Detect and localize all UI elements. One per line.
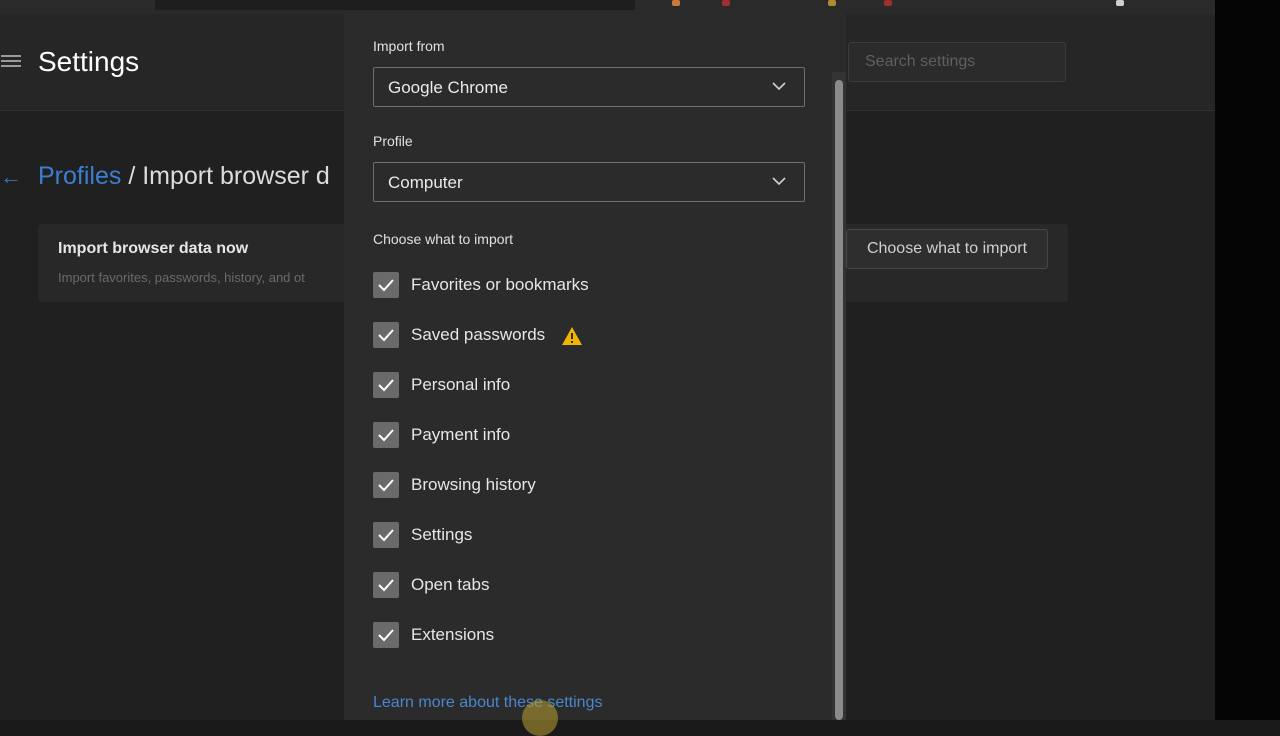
page-title: Settings: [38, 46, 140, 77]
search-settings-box[interactable]: [848, 42, 1066, 82]
import-from-select[interactable]: Google Chrome: [373, 67, 805, 107]
checkbox-row-passwords[interactable]: Saved passwords: [373, 322, 593, 348]
checkbox-label: Saved passwords: [411, 325, 546, 344]
search-input[interactable]: [849, 43, 1065, 81]
checkbox[interactable]: [373, 372, 399, 398]
scrollbar-thumb[interactable]: [835, 80, 843, 720]
checkbox-label: Browsing history: [411, 475, 536, 494]
checkbox[interactable]: [373, 522, 399, 548]
import-card-subtitle: Import favorites, passwords, history, an…: [58, 270, 305, 285]
checkbox[interactable]: [373, 472, 399, 498]
breadcrumb-separator: /: [121, 162, 143, 190]
checkmark-icon: [378, 479, 394, 492]
learn-more-link[interactable]: Learn more about these settings: [373, 694, 602, 712]
checkbox[interactable]: [373, 322, 399, 348]
profile-icon[interactable]: [1116, 0, 1124, 6]
checkmark-icon: [378, 279, 394, 292]
extension-icon[interactable]: [672, 0, 680, 6]
breadcrumb-profiles-link[interactable]: Profiles: [38, 162, 121, 190]
checkmark-icon: [378, 529, 394, 542]
checkbox-label: Payment info: [411, 425, 511, 444]
checkbox-label: Open tabs: [411, 575, 490, 594]
choose-what-to-import-label: Choose what to import: [373, 231, 514, 247]
chevron-down-icon: [772, 177, 786, 186]
menu-icon[interactable]: [1, 55, 21, 69]
breadcrumb: Profiles / Import browser d: [38, 162, 330, 191]
back-arrow-icon[interactable]: ←: [0, 164, 22, 190]
checkbox[interactable]: [373, 272, 399, 298]
browser-toolbar: [0, 0, 1215, 14]
background-edge: [1215, 0, 1280, 720]
checkbox[interactable]: [373, 422, 399, 448]
extension-icon[interactable]: [722, 0, 730, 6]
import-card-title: Import browser data now: [58, 240, 249, 257]
extension-icon[interactable]: [828, 0, 836, 6]
checkbox-label: Extensions: [411, 625, 495, 644]
address-bar[interactable]: [155, 0, 635, 10]
import-dialog: [344, 14, 846, 720]
mouse-cursor-highlight: [522, 700, 558, 736]
checkbox-label: Settings: [411, 525, 473, 544]
import-from-value: Google Chrome: [388, 78, 509, 97]
checkmark-icon: [378, 329, 394, 342]
choose-what-to-import-button[interactable]: Choose what to import: [846, 229, 1048, 269]
breadcrumb-current: Import browser d: [142, 162, 330, 190]
checkbox[interactable]: [373, 572, 399, 598]
checkmark-icon: [378, 379, 394, 392]
checkmark-icon: [378, 579, 394, 592]
import-from-label: Import from: [373, 38, 445, 54]
profile-value: Computer: [388, 173, 463, 192]
checkbox-label: Personal info: [411, 375, 511, 394]
profile-select[interactable]: Computer: [373, 162, 805, 202]
checkmark-icon: [378, 429, 394, 442]
profile-label: Profile: [373, 133, 413, 149]
checkmark-icon: [378, 629, 394, 642]
checkbox[interactable]: [373, 622, 399, 648]
checkbox-label: Favorites or bookmarks: [411, 275, 589, 294]
chevron-down-icon: [772, 82, 786, 91]
extension-icon[interactable]: [884, 0, 892, 6]
warning-icon[interactable]: [561, 326, 583, 346]
